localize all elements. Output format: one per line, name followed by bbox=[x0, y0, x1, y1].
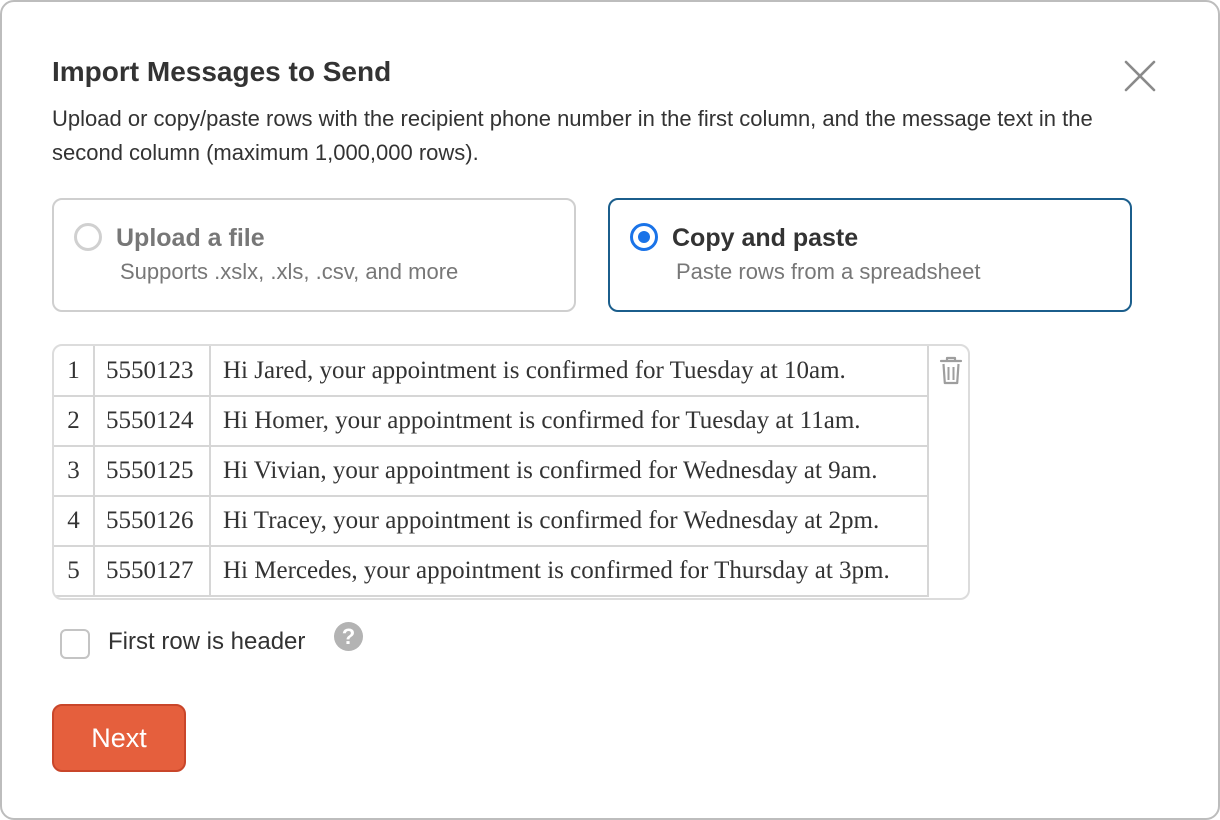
next-button[interactable]: Next bbox=[52, 704, 186, 772]
import-dialog: Import Messages to Send Upload or copy/p… bbox=[0, 0, 1220, 820]
help-icon[interactable]: ? bbox=[334, 622, 363, 651]
message-cell[interactable]: Hi Tracey, your appointment is confirmed… bbox=[210, 496, 929, 547]
trash-icon bbox=[939, 356, 963, 385]
first-row-header-checkbox[interactable] bbox=[60, 629, 90, 659]
copy-paste-option[interactable]: Copy and paste Paste rows from a spreads… bbox=[608, 198, 1132, 312]
message-cell[interactable]: Hi Mercedes, your appointment is confirm… bbox=[210, 546, 929, 597]
phone-cell[interactable]: 5550127 bbox=[94, 546, 211, 597]
phone-cell[interactable]: 5550125 bbox=[94, 446, 211, 497]
phone-cell[interactable]: 5550124 bbox=[94, 396, 211, 447]
upload-file-option[interactable]: Upload a file Supports .xslx, .xls, .csv… bbox=[52, 198, 576, 312]
rows-grid: 1 5550123 Hi Jared, your appointment is … bbox=[54, 346, 929, 597]
row-index: 5 bbox=[54, 546, 95, 597]
copy-paste-title: Copy and paste bbox=[672, 224, 859, 252]
row-index: 2 bbox=[54, 396, 95, 447]
dialog-description: Upload or copy/paste rows with the recip… bbox=[52, 106, 1093, 165]
pasted-rows-table[interactable]: 1 5550123 Hi Jared, your appointment is … bbox=[52, 344, 970, 600]
upload-file-subtitle: Supports .xslx, .xls, .csv, and more bbox=[120, 259, 459, 284]
message-cell[interactable]: Hi Jared, your appointment is confirmed … bbox=[210, 346, 929, 397]
row-index: 1 bbox=[54, 346, 95, 397]
upload-file-radio[interactable] bbox=[74, 223, 102, 251]
table-row[interactable]: 4 5550126 Hi Tracey, your appointment is… bbox=[54, 496, 929, 547]
table-row[interactable]: 3 5550125 Hi Vivian, your appointment is… bbox=[54, 446, 929, 497]
row-index: 4 bbox=[54, 496, 95, 547]
table-row[interactable]: 2 5550124 Hi Homer, your appointment is … bbox=[54, 396, 929, 447]
message-cell[interactable]: Hi Homer, your appointment is confirmed … bbox=[210, 396, 929, 447]
table-row[interactable]: 5 5550127 Hi Mercedes, your appointment … bbox=[54, 546, 929, 597]
copy-paste-radio[interactable] bbox=[630, 223, 658, 251]
message-cell[interactable]: Hi Vivian, your appointment is confirmed… bbox=[210, 446, 929, 497]
copy-paste-subtitle: Paste rows from a spreadsheet bbox=[676, 259, 981, 284]
delete-rows-button[interactable] bbox=[936, 354, 966, 388]
upload-file-title: Upload a file bbox=[116, 224, 265, 252]
table-row[interactable]: 1 5550123 Hi Jared, your appointment is … bbox=[54, 346, 929, 397]
phone-cell[interactable]: 5550123 bbox=[94, 346, 211, 397]
close-button[interactable] bbox=[1120, 56, 1160, 96]
first-row-header-label: First row is header bbox=[108, 628, 306, 655]
phone-cell[interactable]: 5550126 bbox=[94, 496, 211, 547]
dialog-title: Import Messages to Send bbox=[52, 56, 392, 87]
close-icon bbox=[1124, 60, 1156, 92]
row-index: 3 bbox=[54, 446, 95, 497]
